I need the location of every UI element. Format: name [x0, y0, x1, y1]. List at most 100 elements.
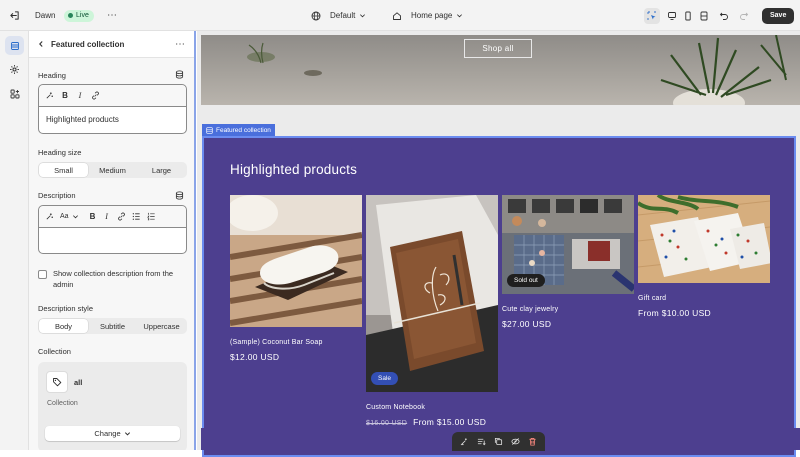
- delete-icon[interactable]: [528, 437, 537, 446]
- description-style-body[interactable]: Body: [39, 319, 88, 333]
- product-card[interactable]: Sale Custom Notebook $16.00 USD From $15.…: [366, 195, 498, 427]
- italic-icon[interactable]: I: [76, 91, 84, 100]
- collection-thumbnail: [46, 371, 68, 393]
- page-selector[interactable]: Home page: [392, 0, 463, 31]
- ellipsis-icon: ⋯: [175, 38, 186, 50]
- ai-edit-icon[interactable]: [460, 437, 469, 446]
- soap-photo: [230, 195, 362, 327]
- theme-selector[interactable]: Default: [311, 0, 366, 31]
- featured-collection-section[interactable]: Highlighted products (Sample) Coconut Ba…: [202, 136, 796, 457]
- page-label: Home page: [411, 11, 453, 20]
- ellipsis-icon: ⋯: [107, 10, 118, 21]
- italic-icon[interactable]: I: [103, 212, 111, 221]
- description-style-subtitle[interactable]: Subtitle: [88, 319, 137, 333]
- sidebar-rail: [0, 31, 29, 450]
- numbered-list-icon[interactable]: [146, 212, 156, 221]
- sale-badge: Sale: [371, 372, 399, 385]
- inspector-button[interactable]: [644, 7, 660, 24]
- panel-title: Featured collection: [51, 39, 125, 49]
- collection-type: Collection: [47, 400, 78, 407]
- panel-header: Featured collection ⋯: [29, 31, 194, 58]
- exit-button[interactable]: [9, 0, 20, 31]
- ai-magic-icon[interactable]: [45, 212, 54, 221]
- heading-size-label: Heading size: [38, 148, 82, 157]
- bullet-list-icon[interactable]: [132, 212, 141, 221]
- text-style-dropdown[interactable]: Aa: [60, 213, 79, 220]
- change-label: Change: [94, 429, 121, 438]
- description-style-segmented: Body Subtitle Uppercase: [38, 318, 187, 334]
- description-input[interactable]: [39, 228, 186, 252]
- section-icon: [206, 126, 213, 134]
- heading-editor: B I Highlighted products: [38, 84, 187, 134]
- chevron-down-icon: [124, 432, 130, 436]
- show-description-checkbox[interactable]: [38, 270, 47, 279]
- redo-button[interactable]: [736, 8, 752, 24]
- settings-panel: Featured collection ⋯ Heading B I Highli…: [29, 31, 196, 450]
- text-style-label: Aa: [60, 213, 69, 220]
- ai-magic-icon[interactable]: [45, 91, 54, 100]
- back-arrow-icon[interactable]: [37, 40, 45, 48]
- product-card[interactable]: (Sample) Coconut Bar Soap $12.00 USD: [230, 195, 362, 362]
- product-title[interactable]: Cute clay jewelry: [502, 306, 634, 313]
- dynamic-source-icon[interactable]: [175, 70, 184, 79]
- description-editor: Aa B I: [38, 205, 187, 254]
- theme-settings-button[interactable]: [5, 60, 24, 79]
- chevron-down-icon: [72, 215, 78, 219]
- product-image[interactable]: Sale: [366, 195, 498, 392]
- bold-icon[interactable]: B: [61, 91, 69, 100]
- collection-label: Collection: [38, 347, 71, 356]
- description-label: Description: [38, 191, 76, 200]
- dynamic-source-icon[interactable]: [175, 191, 184, 200]
- more-actions-button[interactable]: ⋯: [107, 0, 118, 31]
- heading-label: Heading: [38, 71, 66, 80]
- heading-input[interactable]: Highlighted products: [39, 107, 186, 131]
- heading-size-small[interactable]: Small: [39, 163, 88, 177]
- shop-all-button[interactable]: Shop all: [464, 39, 532, 58]
- reorder-icon[interactable]: [477, 437, 486, 446]
- hide-icon[interactable]: [511, 437, 520, 446]
- duplicate-icon[interactable]: [494, 437, 503, 446]
- desktop-view-button[interactable]: [664, 8, 680, 24]
- product-image[interactable]: [230, 195, 362, 327]
- product-title[interactable]: (Sample) Coconut Bar Soap: [230, 339, 362, 346]
- link-icon[interactable]: [117, 212, 126, 221]
- collection-name: all: [74, 378, 83, 387]
- gift-card-photo: [638, 195, 770, 283]
- change-collection-button[interactable]: Change: [45, 426, 180, 441]
- section-menu-button[interactable]: ⋯: [175, 39, 186, 50]
- product-title[interactable]: Custom Notebook: [366, 404, 498, 411]
- hero-banner-image: Shop all: [201, 35, 800, 105]
- save-button[interactable]: Save: [762, 7, 795, 24]
- store-name: Dawn: [35, 11, 56, 20]
- apps-icon: [10, 89, 19, 98]
- product-price: $27.00 USD: [502, 319, 552, 329]
- theme-preview: Shop all Featured collection Highlighted…: [197, 31, 800, 457]
- floating-section-toolbar: [452, 432, 545, 451]
- mobile-view-button[interactable]: [680, 8, 696, 24]
- fullscreen-button[interactable]: [696, 8, 712, 24]
- inspector-icon: [647, 11, 656, 20]
- product-price: From $10.00 USD: [638, 308, 711, 318]
- undo-button[interactable]: [716, 8, 732, 24]
- undo-icon: [719, 12, 728, 20]
- collection-heading: Highlighted products: [230, 162, 358, 177]
- fullscreen-icon: [700, 11, 708, 20]
- product-card[interactable]: Sold out Cute clay jewelry $27.00 USD: [502, 195, 634, 329]
- heading-size-medium[interactable]: Medium: [88, 163, 137, 177]
- product-title[interactable]: Gift card: [638, 295, 770, 302]
- tag-icon: [53, 378, 62, 387]
- description-style-uppercase[interactable]: Uppercase: [137, 319, 186, 333]
- product-card[interactable]: Gift card From $10.00 USD: [638, 195, 770, 318]
- section-tag-featured-collection[interactable]: Featured collection: [202, 124, 275, 136]
- show-description-row[interactable]: Show collection description from the adm…: [38, 268, 187, 290]
- mobile-icon: [685, 11, 691, 20]
- apps-button[interactable]: [5, 84, 24, 103]
- product-image[interactable]: Sold out: [502, 195, 634, 294]
- sections-button[interactable]: [5, 36, 24, 55]
- chevron-down-icon: [457, 14, 463, 18]
- bold-icon[interactable]: B: [89, 212, 97, 221]
- link-icon[interactable]: [91, 91, 100, 100]
- product-image[interactable]: [638, 195, 770, 283]
- theme-label: Default: [330, 11, 356, 20]
- heading-size-large[interactable]: Large: [137, 163, 186, 177]
